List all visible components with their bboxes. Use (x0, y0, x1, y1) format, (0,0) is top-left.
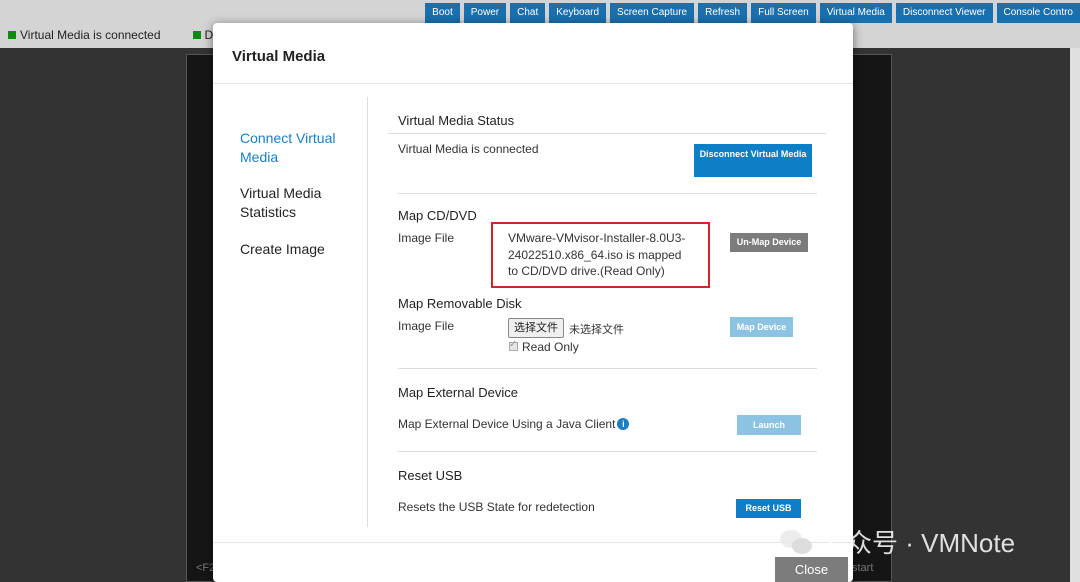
sidebar-divider (367, 97, 368, 527)
dialog-header: Virtual Media (213, 23, 853, 84)
status-row: Virtual Media is connected De (8, 28, 220, 42)
divider (398, 451, 817, 452)
read-only-label: Read Only (522, 340, 579, 354)
chat-button[interactable]: Chat (510, 3, 546, 23)
section-title-status: Virtual Media Status (398, 113, 515, 128)
no-file-chosen-text: 未选择文件 (569, 324, 624, 336)
divider (398, 193, 817, 194)
section-title-map-removable-disk: Map Removable Disk (398, 296, 522, 311)
info-icon[interactable]: i (617, 418, 630, 430)
watermark: 公众号 · VMNote (780, 523, 1015, 560)
unmap-device-button[interactable]: Un-Map Device (730, 233, 808, 252)
dialog-title: Virtual Media (232, 48, 326, 65)
virtual-media-dialog: Virtual Media Connect Virtual Media Virt… (213, 23, 853, 582)
status-indicator-icon (192, 31, 201, 39)
console-bottom-right-text: start (852, 562, 874, 574)
read-only-checkbox[interactable]: ✓ (509, 339, 518, 351)
scrollbar[interactable] (1070, 48, 1080, 582)
external-device-text: Map External Device Using a Java Client (398, 417, 616, 431)
screen-capture-button[interactable]: Screen Capture (610, 3, 695, 23)
boot-button[interactable]: Boot (425, 3, 460, 23)
cd-mapped-text: VMware-VMvisor-Installer-8.0U3-24022510.… (508, 231, 686, 278)
sidebar-item-virtual-media-statistics[interactable]: Virtual Media Statistics (240, 184, 355, 222)
disconnect-viewer-button[interactable]: Disconnect Viewer (895, 3, 993, 23)
section-title-map-cd: Map CD/DVD (398, 208, 477, 223)
section-title-reset-usb: Reset USB (398, 468, 463, 483)
close-button[interactable]: Close (775, 557, 848, 582)
virtual-media-button[interactable]: Virtual Media (819, 3, 892, 23)
full-screen-button[interactable]: Full Screen (751, 3, 816, 23)
dialog-footer-divider (213, 542, 853, 543)
power-button[interactable]: Power (463, 3, 507, 23)
watermark-text: 公众号 · VMNote (820, 528, 1016, 558)
map-device-button[interactable]: Map Device (730, 317, 793, 337)
launch-button[interactable]: Launch (737, 415, 801, 435)
console-control-button[interactable]: Console Contro (996, 3, 1080, 23)
status-virtual-media-text: Virtual Media is connected (20, 28, 161, 42)
toolbar-buttons: Boot Power Chat Keyboard Screen Capture … (425, 3, 1080, 23)
wechat-icon (780, 528, 814, 556)
divider (388, 133, 826, 134)
keyboard-button[interactable]: Keyboard (549, 3, 607, 23)
divider (398, 368, 817, 369)
sidebar-item-connect-virtual-media[interactable]: Connect Virtual Media (240, 129, 355, 167)
sidebar-item-create-image[interactable]: Create Image (240, 240, 355, 259)
cd-image-file-label: Image File (398, 231, 455, 245)
removable-image-file-label: Image File (398, 319, 455, 333)
reset-usb-text: Resets the USB State for redetection (398, 500, 595, 514)
reset-usb-button[interactable]: Reset USB (736, 499, 801, 518)
refresh-button[interactable]: Refresh (698, 3, 748, 23)
external-device-text-row: Map External Device Using a Java Client i (398, 417, 630, 431)
status-virtual-media: Virtual Media is connected (8, 28, 161, 42)
check-icon: ✓ (509, 339, 518, 350)
section-title-map-external-device: Map External Device (398, 385, 518, 400)
choose-file-button[interactable]: 选择文件 (508, 318, 564, 338)
disconnect-virtual-media-button[interactable]: Disconnect Virtual Media (694, 144, 812, 177)
status-indicator-icon (8, 31, 16, 39)
status-text: Virtual Media is connected (398, 142, 539, 156)
